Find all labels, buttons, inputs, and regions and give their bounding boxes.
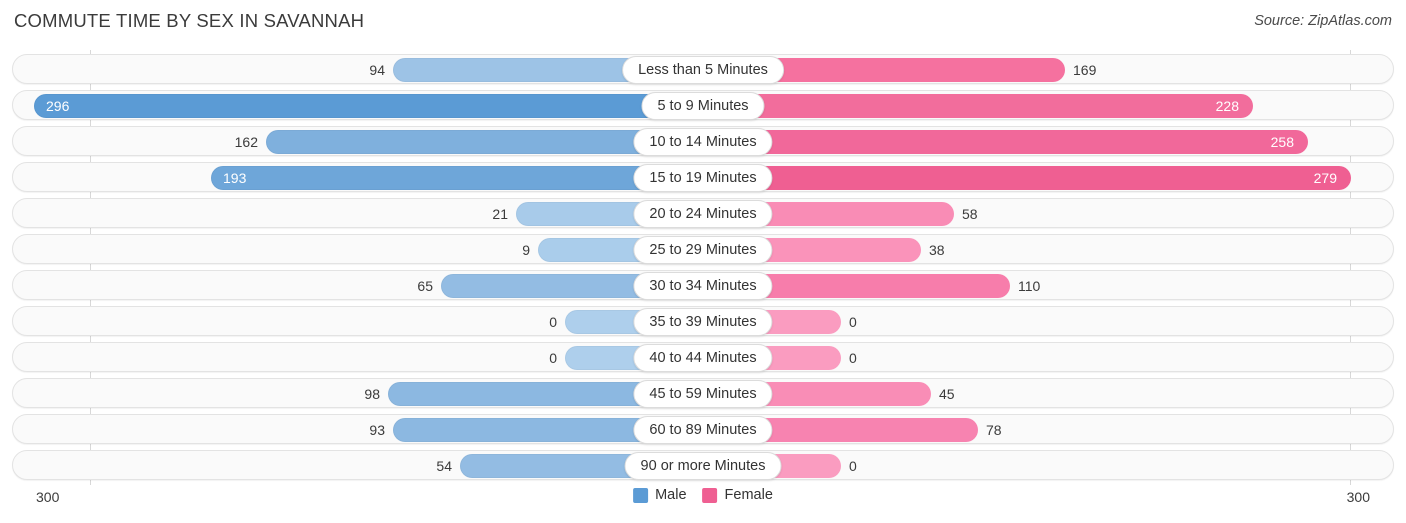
legend-item-female[interactable]: Female [702, 487, 773, 503]
bar-value-female: 38 [929, 242, 945, 258]
category-label: 30 to 34 Minutes [633, 272, 773, 300]
legend-label: Female [724, 487, 773, 503]
category-label: 40 to 44 Minutes [633, 344, 773, 372]
legend-label: Male [655, 487, 687, 503]
bar-value-male: 9 [522, 242, 530, 258]
legend-item-male[interactable]: Male [633, 487, 687, 503]
table-row[interactable]: 65 110 30 to 34 Minutes [12, 270, 1394, 300]
bar-value-male: 93 [369, 422, 385, 438]
bar-value-female: 228 [1215, 98, 1239, 114]
chart-legend: Male Female [633, 487, 773, 503]
category-label: 15 to 19 Minutes [633, 164, 773, 192]
category-label: 35 to 39 Minutes [633, 308, 773, 336]
bar-value-male: 54 [436, 458, 452, 474]
source-citation: Source: ZipAtlas.com [1254, 13, 1392, 29]
plot-area: 94 169 Less than 5 Minutes 296 228 5 to 9 Min… [0, 50, 1406, 485]
bar-value-female: 110 [1018, 278, 1041, 294]
table-row[interactable]: 93 78 60 to 89 Minutes [12, 414, 1394, 444]
bar-value-female: 0 [849, 458, 857, 474]
axis-label-right: 300 [1346, 489, 1370, 505]
bar-value-male: 193 [223, 170, 247, 186]
category-label: Less than 5 Minutes [622, 56, 784, 84]
bar-value-male: 98 [364, 386, 380, 402]
bar-female[interactable] [703, 130, 1308, 154]
table-row[interactable]: 9 38 25 to 29 Minutes [12, 234, 1394, 264]
table-row[interactable]: 0 0 35 to 39 Minutes [12, 306, 1394, 336]
table-row[interactable]: 296 228 5 to 9 Minutes [12, 90, 1394, 120]
bar-value-male: 21 [492, 206, 508, 222]
page-title: COMMUTE TIME BY SEX IN SAVANNAH [14, 10, 365, 31]
bar-female[interactable] [703, 166, 1351, 190]
bar-value-male: 0 [549, 350, 557, 366]
category-label: 5 to 9 Minutes [641, 92, 765, 120]
bar-value-male: 65 [417, 278, 433, 294]
legend-swatch-icon [702, 487, 718, 503]
table-row[interactable]: 193 279 15 to 19 Minutes [12, 162, 1394, 192]
bar-value-female: 78 [986, 422, 1002, 438]
table-row[interactable]: 21 58 20 to 24 Minutes [12, 198, 1394, 228]
bar-value-female: 0 [849, 350, 857, 366]
bar-value-female: 58 [962, 206, 978, 222]
category-label: 10 to 14 Minutes [633, 128, 773, 156]
bar-value-female: 258 [1270, 134, 1294, 150]
bar-value-male: 94 [369, 62, 385, 78]
category-label: 60 to 89 Minutes [633, 416, 773, 444]
category-label: 20 to 24 Minutes [633, 200, 773, 228]
bar-male[interactable] [34, 94, 703, 118]
axis-label-left: 300 [36, 489, 60, 505]
category-label: 90 or more Minutes [624, 452, 782, 480]
table-row[interactable]: 0 0 40 to 44 Minutes [12, 342, 1394, 372]
bar-value-male: 0 [549, 314, 557, 330]
legend-swatch-icon [633, 487, 649, 503]
bar-value-female: 169 [1073, 62, 1097, 78]
table-row[interactable]: 94 169 Less than 5 Minutes [12, 54, 1394, 84]
table-row[interactable]: 98 45 45 to 59 Minutes [12, 378, 1394, 408]
category-label: 25 to 29 Minutes [633, 236, 773, 264]
bar-value-female: 45 [939, 386, 955, 402]
bar-value-female: 0 [849, 314, 857, 330]
table-row[interactable]: 54 0 90 or more Minutes [12, 450, 1394, 480]
bar-male[interactable] [211, 166, 703, 190]
bar-value-male: 162 [234, 134, 258, 150]
bar-value-male: 296 [46, 98, 70, 114]
category-label: 45 to 59 Minutes [633, 380, 773, 408]
table-row[interactable]: 162 258 10 to 14 Minutes [12, 126, 1394, 156]
bar-value-female: 279 [1313, 170, 1337, 186]
chart-root: COMMUTE TIME BY SEX IN SAVANNAH Source: … [0, 0, 1406, 523]
bar-female[interactable] [703, 94, 1253, 118]
